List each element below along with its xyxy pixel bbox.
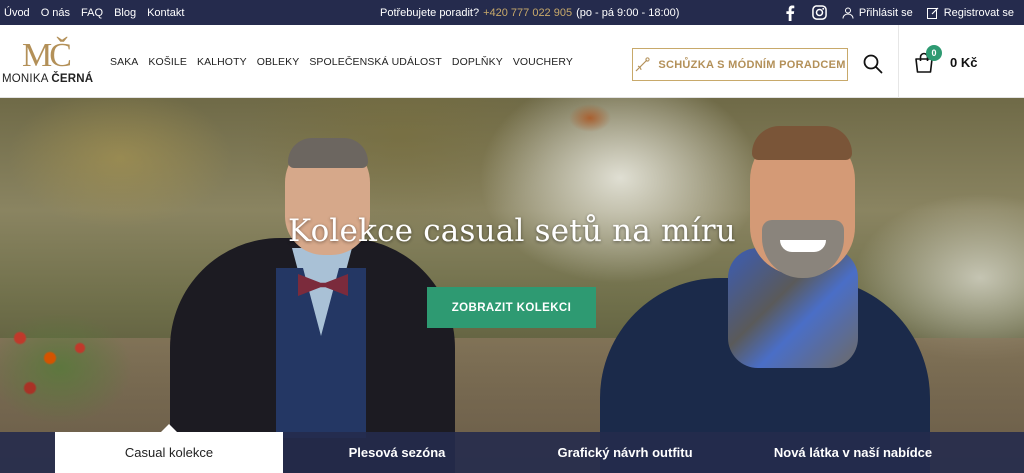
user-icon [842,7,854,19]
logo[interactable]: MČ MONIKA ČERNÁ [0,37,104,86]
search-icon [863,54,883,74]
appointment-button[interactable]: SCHŮZKA S MÓDNÍM PORADCEM [632,48,848,81]
needle-icon [635,56,650,71]
login-link[interactable]: Přihlásit se [842,7,913,19]
hero-flowers [0,308,150,438]
hero-tabs: Casual kolekce Plesová sezóna Grafický n… [0,424,1024,473]
logo-last-name: ČERNÁ [51,73,94,85]
edit-icon [926,7,939,19]
main-header: MČ MONIKA ČERNÁ SAKA KOŠILE KALHOTY OBLE… [0,25,1024,98]
appointment-label: SCHŮZKA S MÓDNÍM PORADCEM [658,58,846,71]
cart-count-badge: 0 [926,45,942,61]
model-right-hair [752,126,852,160]
help-line: Potřebujete poradit? +420 777 022 905 (p… [380,0,679,25]
tab-casual-kolekce[interactable]: Casual kolekce [55,424,283,473]
top-link-blog[interactable]: Blog [114,7,136,19]
register-label: Registrovat se [943,6,1014,19]
register-link[interactable]: Registrovat se [926,6,1014,19]
top-right: Přihlásit se Registrovat se [782,0,1014,25]
tab-nova-latka[interactable]: Nová látka v naší nabídce [739,432,967,473]
top-link-kontakt[interactable]: Kontakt [147,7,184,19]
show-collection-button[interactable]: ZOBRAZIT KOLEKCI [427,287,596,328]
facebook-icon[interactable] [782,5,798,21]
hero-title: Kolekce casual setů na míru [288,213,736,249]
tab-graficky-navrh-outfitu[interactable]: Grafický návrh outfitu [511,432,739,473]
header-divider [898,25,899,98]
search-button[interactable] [862,53,884,75]
top-link-uvod[interactable]: Úvod [4,7,30,19]
logo-name: MONIKA ČERNÁ [2,73,93,85]
hero-leaves [560,98,650,158]
nav-item-obleky[interactable]: OBLEKY [257,56,300,68]
phone-number[interactable]: +420 777 022 905 [483,7,572,19]
top-link-faq[interactable]: FAQ [81,7,103,19]
main-nav: SAKA KOŠILE KALHOTY OBLEKY SPOLEČENSKÁ U… [110,25,573,98]
cart-total[interactable]: 0 Kč [950,55,977,70]
help-text: Potřebujete poradit? [380,6,480,19]
nav-item-doplnky[interactable]: DOPLŇKY [452,56,503,68]
cart-button[interactable]: 0 [912,45,942,77]
nav-item-kosile[interactable]: KOŠILE [148,56,187,68]
top-bar: Úvod O nás FAQ Blog Kontakt Potřebujete … [0,0,1024,25]
instagram-icon[interactable] [812,5,828,21]
top-links: Úvod O nás FAQ Blog Kontakt [4,0,195,25]
model-left-hair [288,138,368,168]
nav-item-spolecenska-udalost[interactable]: SPOLEČENSKÁ UDÁLOST [309,56,442,68]
tab-plesova-sezona[interactable]: Plesová sezóna [283,432,511,473]
hero-banner: Kolekce casual setů na míru ZOBRAZIT KOL… [0,98,1024,473]
nav-item-kalhoty[interactable]: KALHOTY [197,56,247,68]
logo-monogram: MČ [22,37,72,74]
nav-item-vouchery[interactable]: VOUCHERY [513,56,573,68]
login-label: Přihlásit se [858,6,913,19]
office-hours: (po - pá 9:00 - 18:00) [576,6,680,19]
nav-item-saka[interactable]: SAKA [110,56,138,68]
logo-first-name: MONIKA [2,73,52,85]
top-link-o-nas[interactable]: O nás [41,7,70,19]
